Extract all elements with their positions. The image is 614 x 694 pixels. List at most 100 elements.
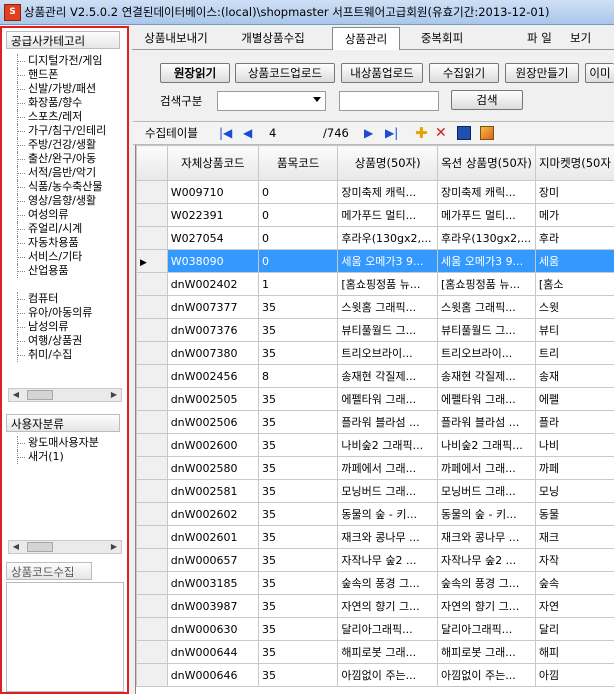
table-cell[interactable]: dnW007376 <box>166 318 260 342</box>
my-product-upload-button[interactable]: 내상품업로드 <box>341 63 423 83</box>
row-header[interactable] <box>136 525 168 549</box>
search-type-select[interactable] <box>217 91 326 111</box>
table-cell[interactable]: 달리 <box>534 617 614 641</box>
table-row[interactable]: dnW000657 35 자작나무 숲2 ... 자작나무 숲2 ... 자작 <box>136 548 614 572</box>
last-record-icon[interactable]: ▶| <box>385 125 398 141</box>
product-code-upload-button[interactable]: 상품코드업로드 <box>235 63 335 83</box>
table-cell[interactable]: 동물 <box>534 502 614 526</box>
user-category-tree[interactable]: 왕도매사용자분 새거(1) <box>8 436 124 536</box>
tab-individual-collect[interactable]: 개별상품수집 <box>230 29 316 48</box>
table-cell[interactable]: 1 <box>258 272 339 296</box>
table-cell[interactable]: dnW000630 <box>166 617 260 641</box>
table-cell[interactable]: 나비숲2 그래픽... <box>337 433 439 457</box>
image-button[interactable]: 이미 <box>585 63 614 83</box>
table-cell[interactable]: 0 <box>258 203 339 227</box>
table-row[interactable]: dnW002581 35 모닝버드 그래... 모닝버드 그래... 모닝 <box>136 479 614 503</box>
create-ledger-button[interactable]: 원장만들기 <box>505 63 579 83</box>
table-row[interactable]: dnW007376 35 뷰티풀월드 그... 뷰티풀월드 그... 뷰티 <box>136 318 614 342</box>
row-header[interactable] <box>136 295 168 319</box>
tree-item[interactable]: 새거(1) <box>8 450 124 464</box>
table-cell[interactable]: 송재 <box>534 364 614 388</box>
row-header[interactable] <box>136 571 168 595</box>
tree-item[interactable]: 쥬얼리/시계 <box>8 222 124 236</box>
table-cell[interactable]: 35 <box>258 502 339 526</box>
table-cell[interactable]: 재크와 콩나무 ... <box>437 525 536 549</box>
table-row[interactable]: dnW002580 35 까페에서 그래... 까페에서 그래... 까페 <box>136 456 614 480</box>
table-cell[interactable]: 스윗홈 그래픽... <box>437 295 536 319</box>
menu-file[interactable]: 파 일 <box>527 30 552 46</box>
table-row[interactable]: dnW002506 35 플라워 블라섬 ... 플라워 블라섬 ... 플라 <box>136 410 614 434</box>
row-header[interactable] <box>136 318 168 342</box>
table-cell[interactable]: 해피 <box>534 640 614 664</box>
search-input[interactable] <box>339 91 439 111</box>
table-cell[interactable]: 35 <box>258 387 339 411</box>
table-cell[interactable]: 해피로봇 그래... <box>337 640 439 664</box>
tree-item[interactable]: 핸드폰 <box>8 68 124 82</box>
scroll-right-icon[interactable]: ▶ <box>107 541 121 553</box>
table-cell[interactable]: W027054 <box>166 226 260 250</box>
tree-item[interactable]: 서적/음반/악기 <box>8 166 124 180</box>
table-cell[interactable]: W038090 <box>166 249 260 273</box>
refresh-icon[interactable] <box>480 126 494 140</box>
table-cell[interactable]: 스윗홈 그래픽... <box>337 295 439 319</box>
column-header[interactable]: 품목코드 <box>258 145 339 181</box>
table-cell[interactable]: 35 <box>258 548 339 572</box>
table-cell[interactable]: 35 <box>258 295 339 319</box>
table-cell[interactable]: 에펠 <box>534 387 614 411</box>
table-cell[interactable]: 아낌없이 주는... <box>437 663 536 687</box>
table-cell[interactable]: 트리오브라이... <box>337 341 439 365</box>
table-row[interactable]: dnW003987 35 자연의 향기 그... 자연의 향기 그... 자연 <box>136 594 614 618</box>
tree-item[interactable]: 자동차용품 <box>8 236 124 250</box>
table-row[interactable]: dnW007380 35 트리오브라이... 트리오브라이... 트리 <box>136 341 614 365</box>
column-header[interactable]: 상품명(50자) <box>337 145 439 181</box>
row-header[interactable] <box>136 617 168 641</box>
table-cell[interactable]: [홈소 <box>534 272 614 296</box>
tree-item[interactable]: 왕도매사용자분 <box>8 436 124 450</box>
table-cell[interactable]: dnW007377 <box>166 295 260 319</box>
read-collected-button[interactable]: 수집읽기 <box>429 63 499 83</box>
table-cell[interactable]: 0 <box>258 180 339 204</box>
table-cell[interactable]: 나비숲2 그래픽... <box>437 433 536 457</box>
table-cell[interactable]: 뷰티풀월드 그... <box>337 318 439 342</box>
tree-item[interactable]: 유아/아동의류 <box>8 306 124 320</box>
user-hscrollbar[interactable]: ◀ ▶ <box>8 540 122 554</box>
table-cell[interactable]: 플라 <box>534 410 614 434</box>
table-row[interactable]: dnW000630 35 달리아그래픽... 달리아그래픽... 달리 <box>136 617 614 641</box>
table-cell[interactable]: 메가 <box>534 203 614 227</box>
table-cell[interactable]: 해피로봇 그래... <box>437 640 536 664</box>
tree-item[interactable]: 식품/농수축산물 <box>8 180 124 194</box>
row-header[interactable] <box>136 502 168 526</box>
row-header[interactable] <box>136 410 168 434</box>
table-cell[interactable]: [홈쇼핑정품 뉴... <box>337 272 439 296</box>
scroll-thumb[interactable] <box>27 390 53 400</box>
prev-record-icon[interactable]: ◀ <box>243 125 252 141</box>
table-cell[interactable]: 8 <box>258 364 339 388</box>
row-header[interactable]: ▶ <box>136 249 168 273</box>
column-header[interactable]: 지마켓명(50자 <box>534 145 614 181</box>
table-cell[interactable]: 자연의 향기 그... <box>337 594 439 618</box>
tree-item[interactable]: 주방/건강/생활 <box>8 138 124 152</box>
table-cell[interactable]: 동물의 숲 - 키... <box>437 502 536 526</box>
table-cell[interactable]: 모닝 <box>534 479 614 503</box>
tree-item[interactable]: 여행/상품권 <box>8 334 124 348</box>
table-cell[interactable]: 재크와 콩나무 ... <box>337 525 439 549</box>
table-cell[interactable]: 모닝버드 그래... <box>337 479 439 503</box>
table-cell[interactable]: 후라우(130gx2,... <box>337 226 439 250</box>
table-cell[interactable]: dnW000657 <box>166 548 260 572</box>
tree-item[interactable]: 컴퓨터 <box>8 292 124 306</box>
table-row[interactable]: dnW002505 35 에펠타워 그래... 에펠타워 그래... 에펠 <box>136 387 614 411</box>
table-row[interactable]: dnW002600 35 나비숲2 그래픽... 나비숲2 그래픽... 나비 <box>136 433 614 457</box>
row-header[interactable] <box>136 387 168 411</box>
table-cell[interactable]: 후라우(130gx2,... <box>437 226 536 250</box>
table-cell[interactable]: 까페 <box>534 456 614 480</box>
table-cell[interactable]: dnW002456 <box>166 364 260 388</box>
table-cell[interactable]: 35 <box>258 410 339 434</box>
category-hscrollbar[interactable]: ◀ ▶ <box>8 388 122 402</box>
product-grid[interactable]: 자체상품코드 품목코드 상품명(50자) 옥션 상품명(50자) 지마켓명(50… <box>135 145 614 694</box>
table-cell[interactable]: 모닝버드 그래... <box>437 479 536 503</box>
table-cell[interactable]: 장미 <box>534 180 614 204</box>
table-cell[interactable]: dnW000644 <box>166 640 260 664</box>
table-cell[interactable]: 35 <box>258 617 339 641</box>
delete-record-icon[interactable]: ✕ <box>435 125 447 141</box>
table-cell[interactable]: 숲속의 풍경 그... <box>337 571 439 595</box>
